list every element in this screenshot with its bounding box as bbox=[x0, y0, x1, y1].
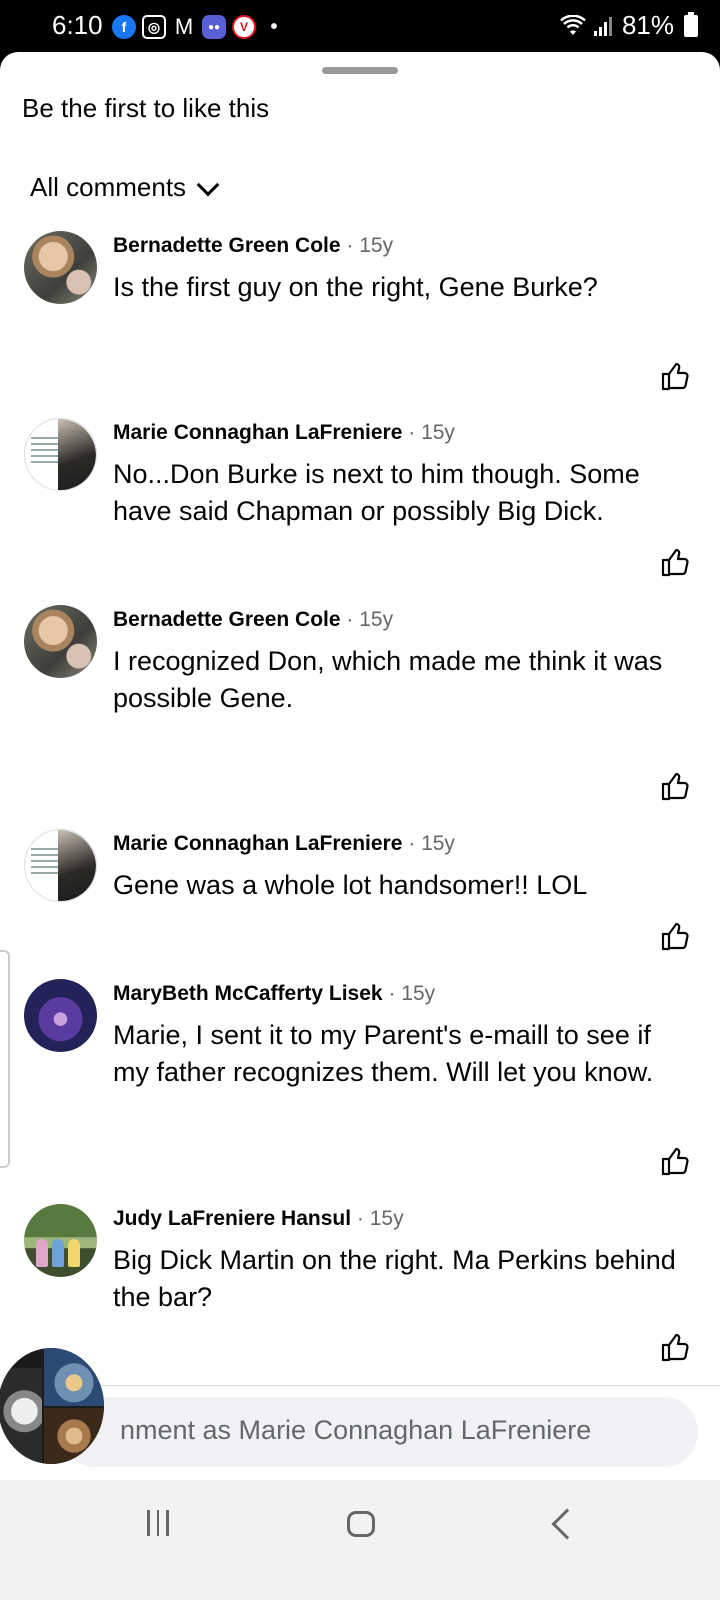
comment-text: No...Don Burke is next to him though. So… bbox=[113, 459, 640, 526]
comment-author-line: Marie Connaghan LaFreniere · 15y bbox=[113, 421, 455, 444]
comment-author-line: Bernadette Green Cole · 15y bbox=[113, 608, 394, 631]
comment-input-placeholder: nment as Marie Connaghan LaFreniere bbox=[120, 1415, 592, 1445]
comment-text: I recognized Don, which made me think it… bbox=[113, 646, 663, 713]
comment-input[interactable]: nment as Marie Connaghan LaFreniere bbox=[60, 1397, 698, 1467]
comment-author-line: Judy LaFreniere Hansul · 15y bbox=[113, 1207, 404, 1230]
comment-time[interactable]: 15y bbox=[401, 982, 435, 1005]
comment-text: Big Dick Martin on the right. Ma Perkins… bbox=[113, 1245, 676, 1312]
comments-sheet: Be the first to like this All comments B… bbox=[0, 52, 720, 1480]
like-button[interactable] bbox=[660, 921, 690, 951]
marybeth-avatar[interactable] bbox=[24, 979, 97, 1052]
thumbs-up-icon bbox=[661, 922, 689, 951]
comment-author[interactable]: MaryBeth McCafferty Lisek bbox=[113, 982, 383, 1005]
filter-label: All comments bbox=[30, 172, 187, 202]
like-button[interactable] bbox=[660, 361, 690, 391]
comment-time[interactable]: 15y bbox=[370, 1207, 404, 1230]
signal-icon bbox=[593, 16, 612, 36]
wifi-icon bbox=[560, 14, 586, 35]
recent-apps-button[interactable] bbox=[147, 1510, 173, 1536]
home-button[interactable] bbox=[347, 1511, 375, 1537]
notification-icons: f ◎ M ●● V • bbox=[112, 14, 286, 40]
like-button[interactable] bbox=[660, 1146, 690, 1176]
thumbs-up-icon bbox=[661, 362, 689, 391]
comment-author[interactable]: Marie Connaghan LaFreniere bbox=[113, 421, 402, 444]
sheet-drag-handle[interactable] bbox=[322, 67, 398, 74]
comment-author-line: Bernadette Green Cole · 15y bbox=[113, 234, 394, 257]
comment-text: Gene was a whole lot handsomer!! LOL bbox=[113, 870, 588, 900]
comment-text: Is the first guy on the right, Gene Burk… bbox=[113, 272, 598, 302]
like-button[interactable] bbox=[660, 771, 690, 801]
comment-time[interactable]: 15y bbox=[421, 421, 455, 444]
comment-filter-dropdown[interactable]: All comments bbox=[30, 172, 220, 203]
status-bar: 6:10 f ◎ M ●● V • 81% bbox=[0, 0, 720, 52]
thumbs-up-icon bbox=[661, 1147, 689, 1176]
comment-time[interactable]: 15y bbox=[421, 832, 455, 855]
gmail-icon: M bbox=[174, 14, 194, 39]
comment-time[interactable]: 15y bbox=[359, 234, 393, 257]
facebook-icon: f bbox=[112, 15, 136, 39]
status-time: 6:10 bbox=[52, 10, 103, 40]
reactions-summary[interactable]: Be the first to like this bbox=[22, 93, 269, 124]
composer-divider bbox=[0, 1385, 720, 1386]
comment-author-line: Marie Connaghan LaFreniere · 15y bbox=[113, 832, 455, 855]
battery-percent: 81% bbox=[621, 10, 674, 40]
battery-icon bbox=[684, 11, 698, 37]
vivaldi-icon: V bbox=[232, 15, 256, 39]
bernadette-avatar[interactable] bbox=[24, 605, 97, 678]
thumbs-up-icon bbox=[661, 772, 689, 801]
marie-avatar[interactable] bbox=[24, 418, 97, 491]
current-user-avatar[interactable] bbox=[0, 1348, 104, 1464]
comment-text: Marie, I sent it to my Parent's e-maill … bbox=[113, 1020, 654, 1087]
back-button[interactable] bbox=[551, 1508, 583, 1540]
comment-time[interactable]: 15y bbox=[359, 608, 393, 631]
dot-icon: • bbox=[270, 15, 278, 38]
thumbs-up-icon bbox=[661, 548, 689, 577]
instagram-icon: ◎ bbox=[142, 15, 166, 39]
like-button[interactable] bbox=[660, 547, 690, 577]
status-right: 81% bbox=[560, 10, 698, 41]
chevron-down-icon bbox=[196, 173, 220, 196]
marie-avatar[interactable] bbox=[24, 829, 97, 902]
comment-author-line: MaryBeth McCafferty Lisek · 15y bbox=[113, 982, 436, 1005]
comment-author[interactable]: Marie Connaghan LaFreniere bbox=[113, 832, 402, 855]
edge-panel-handle[interactable] bbox=[0, 950, 10, 1168]
thumbs-up-icon bbox=[661, 1333, 689, 1362]
comment-author[interactable]: Judy LaFreniere Hansul bbox=[113, 1207, 351, 1230]
judy-avatar[interactable] bbox=[24, 1204, 97, 1277]
comment-author[interactable]: Bernadette Green Cole bbox=[113, 608, 341, 631]
like-button[interactable] bbox=[660, 1332, 690, 1362]
bernadette-avatar[interactable] bbox=[24, 231, 97, 304]
system-nav-bar bbox=[0, 1480, 720, 1600]
comment-author[interactable]: Bernadette Green Cole bbox=[113, 234, 341, 257]
chat-icon: ●● bbox=[202, 15, 226, 39]
